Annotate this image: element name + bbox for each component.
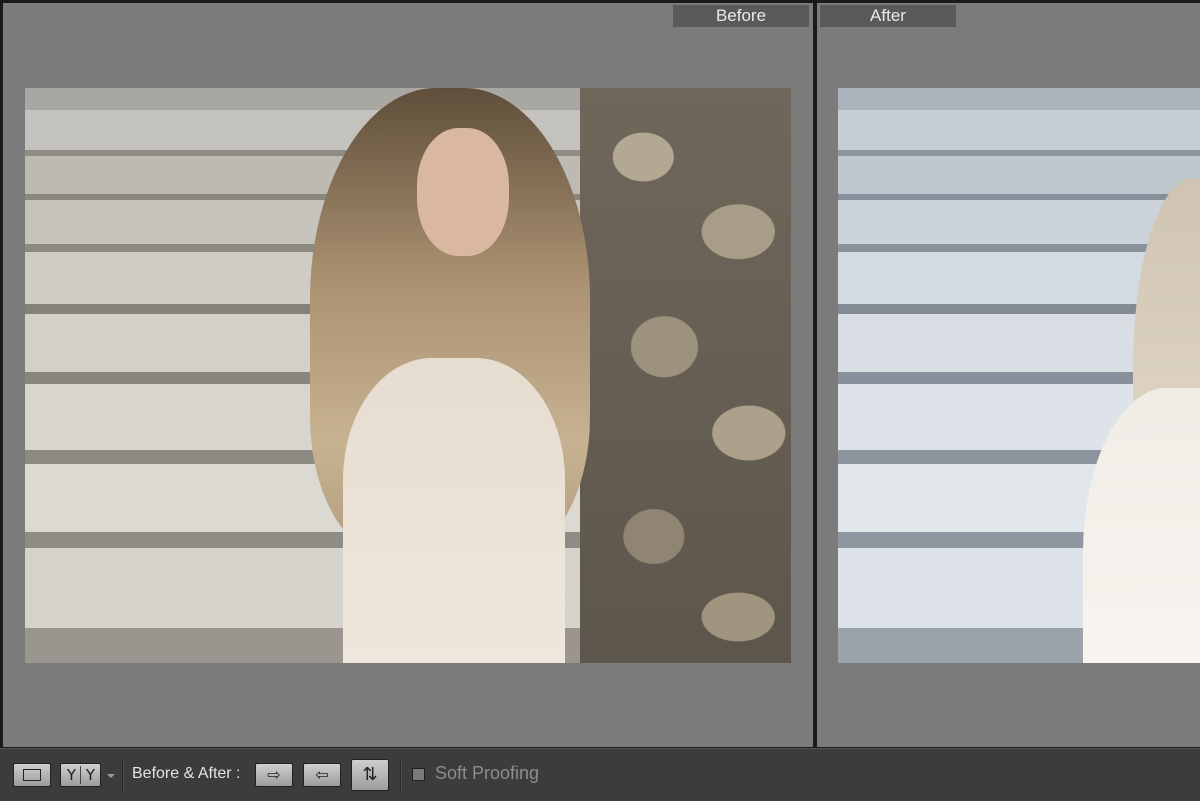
arrow-right-icon: ⇨ [267, 765, 281, 784]
before-after-mode-button[interactable]: Y Y [60, 763, 101, 787]
stair-step [838, 88, 1200, 110]
toolbar-divider [122, 758, 124, 792]
person-face [417, 128, 509, 256]
copy-before-to-after-button[interactable]: ⇨ [255, 763, 293, 787]
before-after-left-glyph: Y [66, 766, 77, 784]
stair-step [838, 156, 1200, 194]
rectangle-icon [23, 769, 41, 781]
stair-step [838, 110, 1200, 150]
after-pane[interactable]: After [817, 3, 1200, 747]
before-pane[interactable]: Before [3, 3, 813, 747]
copy-after-to-before-button[interactable]: ⇦ [303, 763, 341, 787]
chevron-down-icon[interactable] [107, 774, 115, 778]
toolbar-divider [400, 758, 402, 792]
loupe-view-button[interactable] [13, 763, 51, 787]
before-label: Before [673, 5, 809, 27]
stone-wall [580, 88, 791, 663]
before-after-label: Before & After : [132, 765, 241, 782]
after-label: After [820, 5, 956, 27]
swap-vertical-icon: ⇅ [362, 764, 378, 785]
stair-step [838, 200, 1200, 244]
soft-proofing-checkbox[interactable] [412, 768, 425, 781]
toolbar: Y Y Before & After : ⇨ ⇦ ⇅ Soft Proofing [0, 748, 1200, 801]
before-after-right-glyph: Y [85, 766, 96, 784]
after-photo [838, 88, 1200, 663]
before-after-divider [80, 766, 81, 784]
soft-proofing-label[interactable]: Soft Proofing [435, 763, 539, 783]
arrow-left-icon: ⇦ [315, 765, 329, 784]
swap-before-after-button[interactable]: ⇅ [351, 759, 389, 791]
before-photo [25, 88, 791, 663]
person-dress [343, 358, 565, 663]
